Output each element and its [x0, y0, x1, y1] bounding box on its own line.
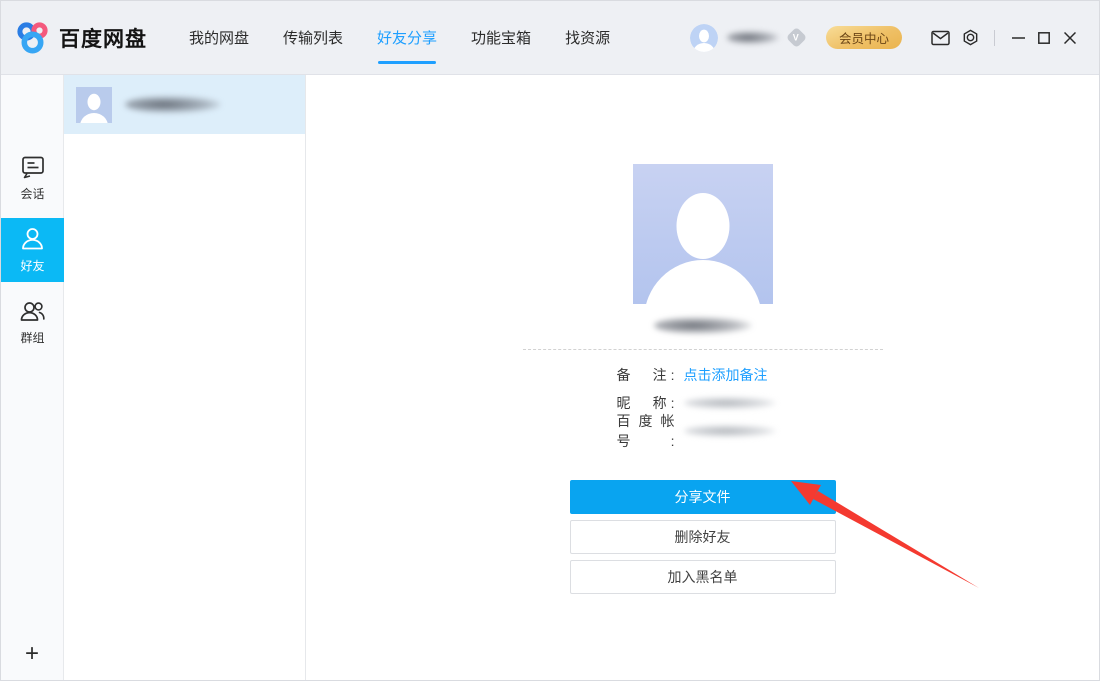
avatar-person-icon: [76, 87, 112, 123]
tab-transfer-list[interactable]: 传输列表: [283, 23, 343, 52]
avatar-person-icon: [690, 24, 718, 52]
top-navigation: 我的网盘 传输列表 好友分享 功能宝箱 找资源: [189, 1, 610, 74]
app-window: 百度网盘 我的网盘 传输列表 好友分享 功能宝箱 找资源 V 会员中心: [0, 0, 1100, 681]
field-label: 备 注:: [617, 365, 675, 385]
tab-my-drive[interactable]: 我的网盘: [189, 23, 249, 52]
field-nickname: 昵 称:: [617, 396, 883, 410]
nickname-blurred: [684, 397, 776, 409]
baidu-account-blurred: [684, 425, 776, 437]
sidebar-item-label: 好友: [20, 257, 44, 274]
tab-find-resources[interactable]: 找资源: [565, 23, 610, 52]
group-icon: [19, 298, 46, 324]
sidebar-item-conversations[interactable]: 会话: [1, 146, 64, 210]
friend-profile-panel: 备 注: 点击添加备注 昵 称: 百度帐号: 分享文件 删除好友 加入黑名单: [306, 75, 1099, 680]
username-blurred: [727, 31, 779, 44]
field-remark: 备 注: 点击添加备注: [617, 368, 883, 382]
sidebar-item-label: 会话: [20, 185, 44, 202]
profile-name-blurred: [654, 317, 752, 334]
person-icon: [19, 226, 46, 252]
mail-icon[interactable]: [928, 26, 952, 50]
settings-icon[interactable]: [958, 26, 982, 50]
profile-avatar: [633, 164, 773, 304]
user-area: V 会员中心: [690, 24, 902, 52]
tab-friend-share[interactable]: 好友分享: [377, 23, 437, 52]
profile-fields: 备 注: 点击添加备注 昵 称: 百度帐号:: [523, 368, 883, 452]
friend-avatar: [76, 87, 112, 123]
sidebar-item-friends[interactable]: 好友: [1, 218, 64, 282]
divider: [523, 349, 883, 350]
titlebar: 百度网盘 我的网盘 传输列表 好友分享 功能宝箱 找资源 V 会员中心: [1, 1, 1099, 75]
left-sidebar: 会话 好友 群组 +: [1, 75, 64, 680]
maximize-button[interactable]: [1031, 26, 1057, 50]
app-logo: 百度网盘: [15, 21, 147, 54]
action-buttons: 分享文件 删除好友 加入黑名单: [570, 480, 836, 594]
app-title: 百度网盘: [59, 23, 147, 53]
baidu-netdisk-logo-icon: [15, 21, 51, 54]
add-button[interactable]: +: [1, 642, 63, 666]
sidebar-item-groups[interactable]: 群组: [1, 290, 64, 354]
tab-toolbox[interactable]: 功能宝箱: [471, 23, 531, 52]
field-label: 百度帐号:: [617, 411, 675, 451]
friend-name-blurred: [125, 96, 221, 113]
vip-badge-icon[interactable]: V: [786, 27, 807, 48]
close-button[interactable]: [1057, 26, 1083, 50]
add-remark-link[interactable]: 点击添加备注: [684, 365, 768, 385]
delete-friend-button[interactable]: 删除好友: [570, 520, 836, 554]
field-label: 昵 称:: [617, 393, 675, 413]
avatar-person-icon: [633, 164, 773, 304]
friend-list-item[interactable]: [64, 75, 305, 134]
chat-bubble-icon: [19, 154, 46, 180]
titlebar-tray: [928, 26, 1083, 50]
friend-list-panel: [64, 75, 306, 680]
tray-divider: [994, 30, 995, 46]
user-avatar[interactable]: [690, 24, 718, 52]
field-baidu-account: 百度帐号:: [617, 424, 883, 438]
share-files-button[interactable]: 分享文件: [570, 480, 836, 514]
add-blacklist-button[interactable]: 加入黑名单: [570, 560, 836, 594]
member-center-button[interactable]: 会员中心: [826, 26, 902, 49]
minimize-button[interactable]: [1005, 26, 1031, 50]
sidebar-item-label: 群组: [20, 329, 44, 346]
